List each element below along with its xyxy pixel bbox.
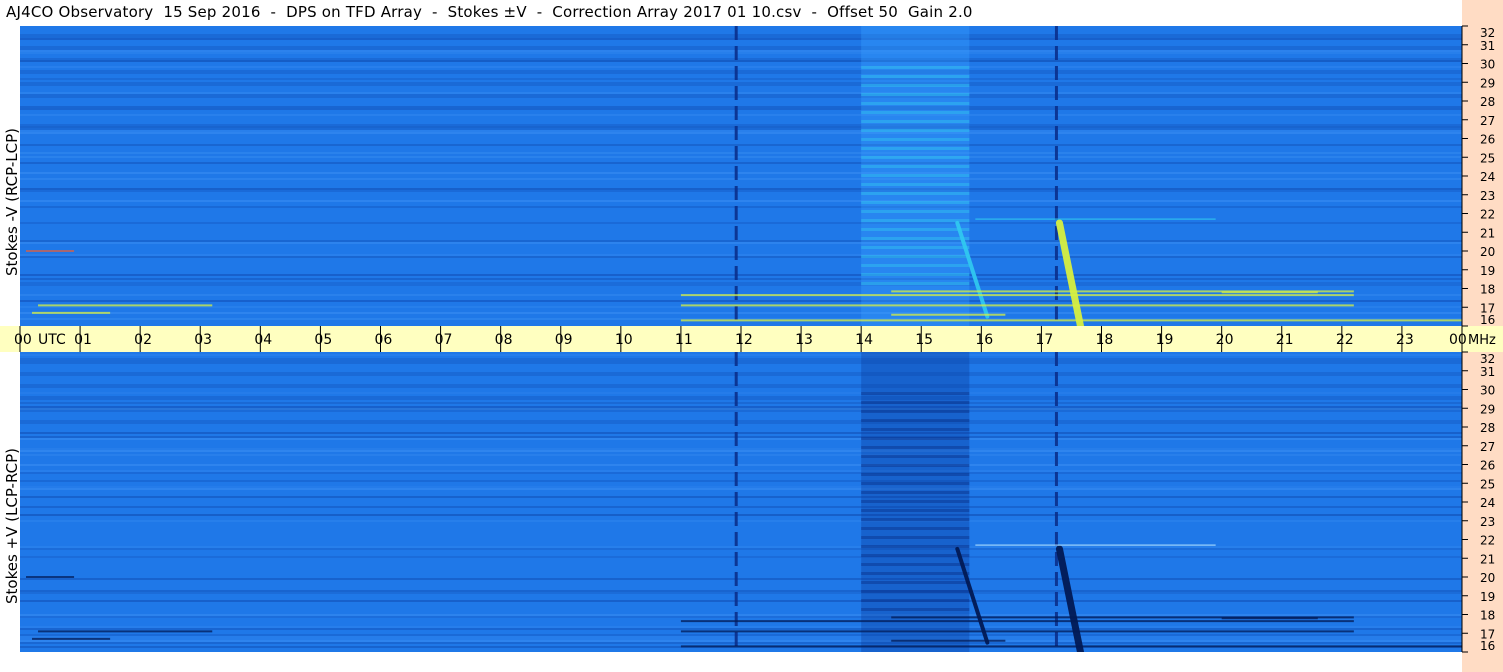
frequency-tick-label: 25 [1480, 477, 1495, 491]
utc-tick-label: 20 [1216, 332, 1234, 348]
utc-tick-label: 07 [435, 332, 453, 348]
frequency-tick-label: 24 [1480, 496, 1495, 510]
frequency-tick-label: 19 [1480, 590, 1495, 604]
frequency-tick-label: 26 [1480, 133, 1495, 147]
utc-tick-label: 19 [1156, 332, 1174, 348]
frequency-tick-label: 22 [1480, 534, 1495, 548]
utc-tick-label: 01 [74, 332, 92, 348]
frequency-tick-label: 26 [1480, 459, 1495, 473]
utc-tick-label: 18 [1096, 332, 1114, 348]
frequency-tick-label: 31 [1480, 365, 1495, 379]
utc-tick-label: 00 [1449, 332, 1467, 348]
utc-tick-label: 10 [615, 332, 633, 348]
utc-tick-label: 21 [1276, 332, 1294, 348]
utc-tick-label: 22 [1336, 332, 1354, 348]
utc-tick-label: 12 [735, 332, 753, 348]
utc-tick-label: 11 [675, 332, 693, 348]
utc-tick-label: 02 [134, 332, 152, 348]
frequency-tick-label: 21 [1480, 226, 1495, 240]
utc-tick-label: 14 [855, 332, 873, 348]
utc-tick-label: 23 [1396, 332, 1414, 348]
frequency-tick-label: 29 [1480, 76, 1495, 90]
utc-tick-label: 16 [975, 332, 993, 348]
frequency-tick-label: 30 [1480, 58, 1495, 72]
utc-tick-label: 06 [375, 332, 393, 348]
utc-tick-label: 08 [495, 332, 513, 348]
frequency-tick-label: 27 [1480, 440, 1495, 454]
axes-overlay: 00 01 02 03 04 05 06 07 08 09 10 11 12 13 14 15 16 17 18 19… [14, 25, 1496, 653]
frequency-tick-label: 20 [1480, 245, 1495, 259]
frequency-tick-label: 18 [1480, 283, 1495, 297]
frequency-tick-label: 28 [1480, 421, 1495, 435]
mhz-unit-label: MHz [1468, 333, 1496, 348]
frequency-tick-label: 28 [1480, 95, 1495, 109]
frequency-tick-label: 22 [1480, 208, 1495, 222]
frequency-tick-label: 32 [1480, 352, 1495, 366]
utc-tick-label: 00 [14, 332, 32, 348]
frequency-tick-label: 27 [1480, 114, 1495, 128]
utc-tick-label: 13 [795, 332, 813, 348]
utc-axis-label: UTC [38, 332, 66, 348]
frequency-tick-label: 20 [1480, 571, 1495, 585]
frequency-tick-label: 29 [1480, 402, 1495, 416]
frequency-tick-label: 25 [1480, 151, 1495, 165]
utc-tick-label: 15 [915, 332, 933, 348]
utc-tick-label: 17 [1035, 332, 1053, 348]
frequency-tick-label: 32 [1480, 26, 1495, 40]
frequency-tick-label: 30 [1480, 384, 1495, 398]
frequency-tick-label: 17 [1480, 627, 1495, 641]
utc-tick-label: 03 [194, 332, 212, 348]
frequency-tick-label: 31 [1480, 39, 1495, 53]
frequency-tick-label: 19 [1480, 264, 1495, 278]
frequency-tick-label: 23 [1480, 515, 1495, 529]
utc-tick-label: 09 [555, 332, 573, 348]
frequency-tick-label: 24 [1480, 170, 1495, 184]
frequency-tick-label: 23 [1480, 189, 1495, 203]
frequency-tick-label: 18 [1480, 609, 1495, 623]
frequency-tick-label: 21 [1480, 552, 1495, 566]
frequency-tick-label: 17 [1480, 301, 1495, 315]
utc-tick-label: 04 [254, 332, 272, 348]
utc-tick-label: 05 [314, 332, 332, 348]
